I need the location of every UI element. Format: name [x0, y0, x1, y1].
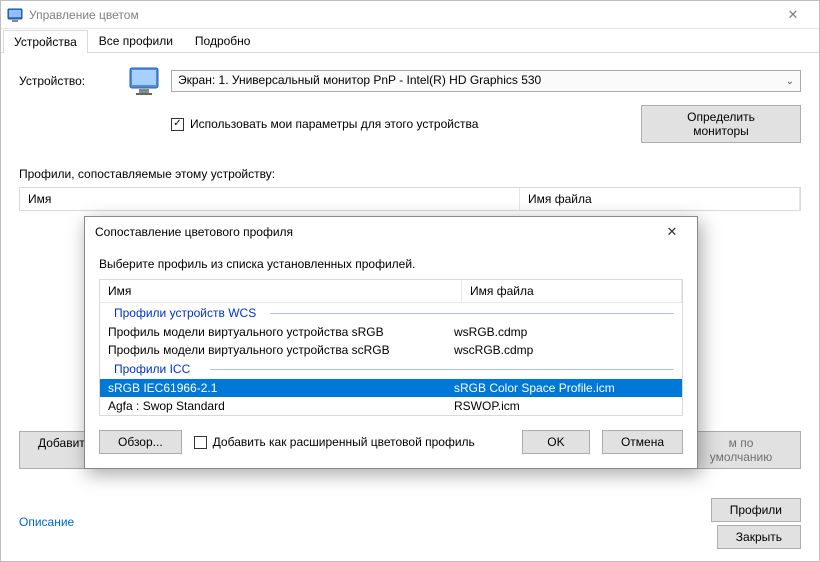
device-select-value: Экран: 1. Универсальный монитор PnP - In…	[178, 73, 541, 87]
set-default-button[interactable]: м по умолчанию	[681, 431, 801, 469]
list-item-selected[interactable]: sRGB IEC61966-2.1 sRGB Color Space Profi…	[100, 379, 682, 397]
add-button[interactable]: Добавить…	[19, 431, 89, 469]
close-button[interactable]: Закрыть	[717, 525, 801, 549]
use-params-row: ✓ Использовать мои параметры для этого у…	[19, 105, 801, 143]
close-icon[interactable]: ✕	[773, 7, 813, 23]
add-extended-label: Добавить как расширенный цветовой профил…	[213, 435, 475, 449]
footer: Закрыть	[717, 525, 801, 549]
device-select[interactable]: Экран: 1. Универсальный монитор PnP - In…	[171, 70, 801, 92]
tab-all-profiles[interactable]: Все профили	[88, 29, 184, 52]
associate-profile-dialog: Сопоставление цветового профиля ✕ Выбери…	[84, 216, 698, 469]
use-params-label: Использовать мои параметры для этого уст…	[190, 117, 478, 131]
profiles-label: Профили, сопоставляемые этому устройству…	[19, 167, 801, 181]
profile-list: Имя Имя файла Профили устройств WCS Проф…	[99, 279, 683, 416]
identify-monitors-button[interactable]: Определить мониторы	[641, 105, 801, 143]
dialog-title: Сопоставление цветового профиля	[95, 225, 657, 239]
titlebar: Управление цветом ✕	[1, 1, 819, 29]
ok-button[interactable]: OK	[522, 430, 590, 454]
profile-list-header: Имя Имя файла	[100, 280, 682, 303]
description-link[interactable]: Описание	[19, 515, 74, 529]
dialog-titlebar: Сопоставление цветового профиля ✕	[85, 217, 697, 247]
app-icon	[7, 7, 23, 23]
profiles-button[interactable]: Профили	[711, 498, 801, 522]
add-extended-checkbox-row: Добавить как расширенный цветовой профил…	[194, 435, 475, 449]
device-label: Устройство:	[19, 74, 129, 88]
tab-devices[interactable]: Устройства	[3, 30, 88, 53]
tab-advanced[interactable]: Подробно	[184, 29, 262, 52]
cancel-button[interactable]: Отмена	[602, 430, 683, 454]
device-row: Устройство: Экран: 1. Универсальный мони…	[19, 67, 801, 95]
profiles-list-header: Имя Имя файла	[19, 187, 801, 211]
chevron-down-icon: ⌄	[786, 76, 794, 87]
dialog-footer: Обзор... Добавить как расширенный цветов…	[99, 430, 683, 454]
list-item[interactable]: Agfa : Swop Standard RSWOP.icm	[100, 397, 682, 415]
monitor-icon	[129, 67, 161, 95]
list-col-file[interactable]: Имя файла	[462, 280, 682, 302]
col-file[interactable]: Имя файла	[520, 188, 800, 210]
dialog-close-icon[interactable]: ✕	[657, 224, 687, 240]
use-params-checkbox[interactable]: ✓	[171, 118, 184, 131]
browse-button[interactable]: Обзор...	[99, 430, 182, 454]
window-title: Управление цветом	[29, 8, 773, 22]
profile-list-body[interactable]: Профили устройств WCS Профиль модели вир…	[100, 303, 682, 415]
col-name[interactable]: Имя	[20, 188, 520, 210]
dialog-instruction: Выберите профиль из списка установленных…	[99, 257, 683, 271]
group-wcs: Профили устройств WCS	[100, 303, 682, 323]
group-icc: Профили ICC	[100, 359, 682, 379]
list-item[interactable]: Профиль модели виртуального устройства s…	[100, 323, 682, 341]
add-extended-checkbox[interactable]	[194, 436, 207, 449]
tab-strip: Устройства Все профили Подробно	[1, 29, 819, 53]
list-item[interactable]: Профиль модели виртуального устройства s…	[100, 341, 682, 359]
list-col-name[interactable]: Имя	[100, 280, 462, 302]
